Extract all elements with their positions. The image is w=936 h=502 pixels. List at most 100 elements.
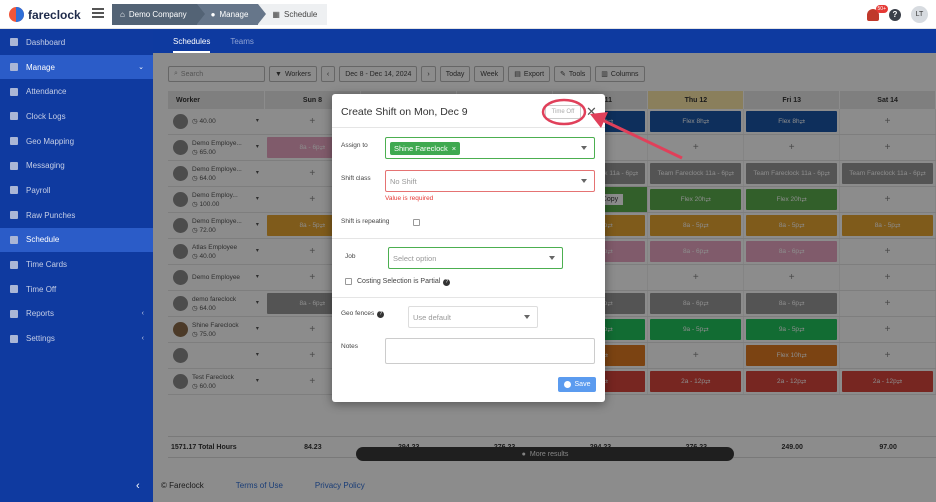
assign-to-select[interactable]: Shine Fareclock ×	[385, 137, 595, 159]
costing-partial-checkbox[interactable]	[345, 278, 352, 285]
menu-toggle-icon[interactable]	[92, 8, 104, 18]
tab-teams[interactable]: Teams	[230, 29, 254, 53]
repeating-checkbox[interactable]	[413, 219, 420, 226]
sidebar-item-label: Dashboard	[26, 37, 66, 47]
sidebar-item-dashboard[interactable]: Dashboard	[0, 30, 153, 55]
geo-fences-label: Geo fences?	[341, 310, 385, 318]
sidebar-item-messaging[interactable]: Messaging	[0, 153, 153, 178]
check-circle-icon	[563, 381, 571, 388]
sidebar-item-raw-punches[interactable]: Raw Punches	[0, 203, 153, 228]
user-avatar[interactable]: LT	[911, 6, 928, 23]
assigned-worker-chip: Shine Fareclock ×	[390, 141, 461, 155]
repeating-label: Shift is repeating	[341, 218, 390, 225]
sidebar: Dashboard Manage ⌄ Attendance Clock Logs …	[0, 29, 153, 502]
divider	[332, 297, 605, 298]
calendar-icon: ▦	[272, 10, 280, 19]
help-icon[interactable]: ?	[889, 8, 901, 21]
sidebar-item-label: Time Cards	[26, 260, 68, 270]
sidebar-item-attendance[interactable]: Attendance	[0, 79, 153, 104]
save-label: Save	[574, 381, 591, 388]
notes-textarea[interactable]	[385, 338, 595, 364]
attendance-icon	[10, 87, 18, 96]
tab-schedules[interactable]: Schedules	[173, 29, 211, 53]
help-icon[interactable]: ?	[443, 279, 451, 286]
shift-class-label: Shift class	[341, 175, 371, 182]
create-shift-dialog: Create Shift on Mon, Dec 9 Time Off ✕ As…	[332, 94, 605, 402]
sidebar-item-time-off[interactable]: Time Off	[0, 277, 153, 302]
notification-badge: 50+	[875, 4, 888, 13]
shift-class-error: Value is required	[385, 195, 434, 202]
breadcrumb-schedule-label: Schedule	[283, 10, 318, 19]
sidebar-item-schedule[interactable]: Schedule	[0, 227, 153, 253]
table-icon	[10, 260, 18, 269]
sidebar-item-reports[interactable]: Reports ‹	[0, 302, 153, 327]
breadcrumb-manage[interactable]: ● Manage	[196, 4, 267, 25]
sidebar-item-label: Reports	[26, 309, 55, 319]
sidebar-item-label: Schedule	[26, 235, 60, 245]
divider	[332, 127, 605, 128]
help-icon[interactable]: ?	[377, 311, 385, 318]
payroll-icon	[10, 186, 18, 195]
tab-bar: Schedules Teams	[153, 29, 936, 53]
close-icon[interactable]: ✕	[586, 104, 597, 120]
geo-fences-text: Geo fences	[341, 310, 375, 317]
divider	[332, 238, 605, 239]
chevron-left-icon: ‹	[141, 335, 144, 343]
assigned-worker-name: Shine Fareclock	[394, 143, 448, 153]
sidebar-item-label: Raw Punches	[26, 210, 76, 220]
chevron-left-icon: ‹	[141, 310, 144, 318]
breadcrumb-company-label: Demo Company	[128, 10, 187, 19]
sidebar-item-label: Payroll	[26, 185, 51, 195]
geo-fences-select[interactable]: Use default	[408, 306, 538, 328]
sidebar-item-label: Clock Logs	[26, 111, 66, 121]
sidebar-item-payroll[interactable]: Payroll	[0, 178, 153, 203]
chevron-down-icon: ⌄	[138, 64, 144, 72]
chart-icon	[10, 309, 18, 318]
job-label: Job	[345, 253, 356, 260]
home-icon: ⌂	[120, 10, 125, 19]
time-off-button[interactable]: Time Off	[545, 105, 581, 119]
chevron-down-icon	[581, 179, 587, 183]
user-icon	[10, 63, 18, 72]
breadcrumb-arrow	[258, 4, 267, 24]
notification-bell-icon[interactable]: 50+	[867, 4, 888, 21]
chip-remove-icon[interactable]: ×	[452, 144, 456, 153]
dialog-title: Create Shift on Mon, Dec 9	[341, 106, 468, 118]
app-logo[interactable]: fareclock	[9, 7, 81, 22]
sidebar-item-label: Attendance	[26, 87, 67, 97]
chat-icon	[10, 161, 18, 170]
beach-umbrella-icon	[10, 285, 18, 294]
sidebar-item-label: Settings	[26, 334, 55, 344]
chevron-down-icon	[581, 146, 587, 150]
user-icon: ●	[210, 10, 216, 19]
sidebar-item-geo-mapping[interactable]: Geo Mapping	[0, 129, 153, 154]
shift-class-select[interactable]: No Shift	[385, 170, 595, 192]
save-button[interactable]: Save	[558, 377, 596, 392]
chevron-down-icon	[549, 256, 555, 260]
sidebar-item-manage[interactable]: Manage ⌄	[0, 54, 153, 80]
gear-icon	[10, 334, 18, 343]
sidebar-item-time-cards[interactable]: Time Cards	[0, 252, 153, 277]
sidebar-item-settings[interactable]: Settings ‹	[0, 326, 153, 351]
geo-fences-value: Use default	[413, 312, 451, 322]
sidebar-item-label: Messaging	[26, 161, 65, 171]
breadcrumb: ⌂ Demo Company ● Manage ▦ Schedule	[112, 4, 328, 25]
calendar-icon	[10, 235, 18, 244]
fareclock-logo-icon	[9, 7, 24, 22]
history-icon	[10, 112, 18, 121]
breadcrumb-manage-label: Manage	[219, 10, 249, 19]
job-select[interactable]: Select option	[388, 247, 563, 269]
sidebar-collapse-icon[interactable]: ‹	[136, 480, 140, 492]
chevron-down-icon	[524, 315, 530, 319]
sidebar-item-label: Geo Mapping	[26, 136, 75, 146]
breadcrumb-schedule[interactable]: ▦ Schedule	[258, 4, 328, 25]
assign-to-label: Assign to	[341, 142, 368, 149]
costing-partial-label: Costing Selection is Partial?	[357, 278, 451, 286]
notes-label: Notes	[341, 343, 358, 350]
job-placeholder: Select option	[393, 253, 437, 263]
breadcrumb-company[interactable]: ⌂ Demo Company	[112, 4, 205, 25]
sidebar-item-label: Manage	[26, 62, 55, 72]
dashboard-icon	[10, 38, 18, 47]
sidebar-item-clock-logs[interactable]: Clock Logs	[0, 104, 153, 129]
app-logo-text: fareclock	[28, 7, 81, 22]
